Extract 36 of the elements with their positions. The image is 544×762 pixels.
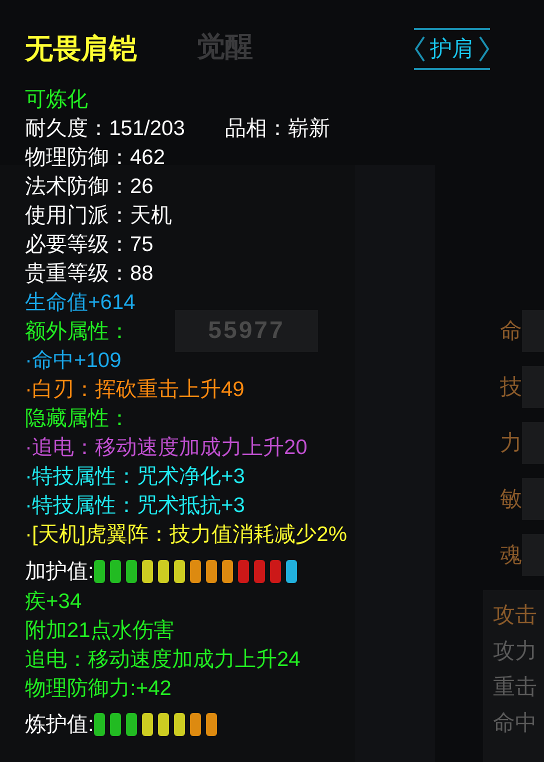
stat-label: 重击 bbox=[493, 673, 538, 701]
attribute-text: 追电：移动速度加成力上升24 bbox=[25, 647, 300, 673]
attribute-text: ·命中+109 bbox=[25, 348, 122, 374]
attribute-text: 物理防御：462 bbox=[25, 145, 166, 171]
stat-label: 命 bbox=[499, 317, 522, 345]
stat-label: 技 bbox=[499, 373, 522, 401]
panel-title: 攻击 bbox=[493, 601, 538, 629]
item-title: 无畏肩铠 bbox=[25, 32, 137, 66]
attribute-text: 隐藏属性： bbox=[25, 406, 130, 432]
attribute-text: 物理防御力:+42 bbox=[25, 676, 172, 702]
attribute-text: 生命值+614 bbox=[25, 290, 136, 316]
attribute-text: ·[天机]虎翼阵：技力值消耗减少2% bbox=[25, 522, 348, 548]
slot-badge: 护肩 bbox=[414, 28, 490, 70]
attribute-text: ·特技属性：咒术抵抗+3 bbox=[25, 493, 245, 519]
attribute-text: 可炼化 bbox=[25, 87, 88, 113]
stat-label: 敏 bbox=[499, 485, 522, 513]
chevron-left-icon bbox=[414, 34, 426, 64]
attribute-text: 品相：崭新 bbox=[224, 116, 330, 142]
stat-label: 魂 bbox=[499, 541, 522, 569]
attribute-text: 额外属性： bbox=[25, 319, 130, 345]
attribute-text: ·追电：移动速度加成力上升20 bbox=[25, 435, 308, 461]
meter-label: 加护值: bbox=[25, 559, 94, 585]
attribute-text: ·白刃：挥砍重击上升49 bbox=[25, 377, 244, 403]
meter-label: 炼护值: bbox=[25, 712, 94, 738]
stat-label: 攻力 bbox=[493, 637, 538, 665]
attribute-text: 贵重等级：88 bbox=[25, 261, 154, 287]
attribute-text: 附加21点水伤害 bbox=[25, 618, 174, 644]
attribute-text: 使用门派：天机 bbox=[25, 203, 172, 229]
stat-label: 命中 bbox=[493, 709, 538, 737]
attribute-text: 必要等级：75 bbox=[25, 232, 154, 258]
chevron-right-icon bbox=[478, 34, 490, 64]
attribute-text: 疾+34 bbox=[25, 589, 82, 615]
attribute-text: 耐久度：151/203 bbox=[25, 116, 185, 142]
attribute-text: 法术防御：26 bbox=[25, 174, 154, 200]
stat-label: 力 bbox=[499, 429, 522, 457]
attribute-text: ·特技属性：咒术净化+3 bbox=[25, 464, 245, 490]
